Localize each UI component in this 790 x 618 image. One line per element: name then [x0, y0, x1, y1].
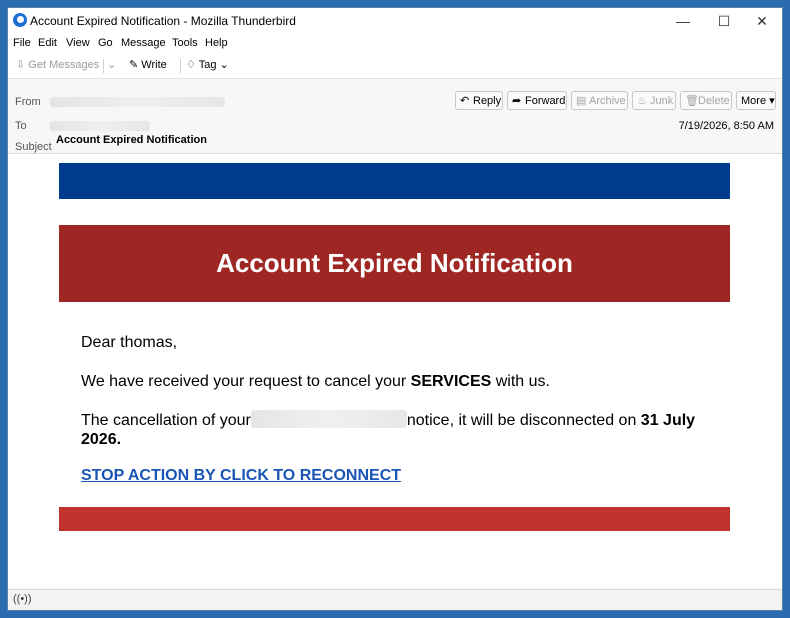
get-messages-button[interactable]: ⇩ Get Messages [16, 58, 99, 71]
status-bar: ((•)) [8, 589, 782, 610]
paragraph-disconnect: The cancellation of your notice, it will … [81, 410, 711, 449]
pencil-icon: ✎ [129, 59, 139, 71]
junk-label: Junk [650, 95, 674, 107]
line2-text: The cancellation of your [81, 412, 251, 429]
reply-label: Reply [473, 95, 502, 107]
window-title: Account Expired Notification - Mozilla T… [30, 14, 296, 28]
message-header: From To Subject Account Expired Notifica… [8, 79, 782, 154]
menu-file[interactable]: File [13, 37, 31, 49]
thunderbird-icon [13, 13, 27, 27]
forward-button[interactable]: ➦ Forward [507, 91, 567, 110]
toolbar: ⇩ Get Messages ⌄ ✎ Write ♢ Tag ⌄ [8, 54, 782, 79]
subject-label: Subject [15, 141, 52, 153]
banner-title: Account Expired Notification [216, 248, 573, 278]
greeting: Dear thomas, [81, 334, 178, 351]
menu-view[interactable]: View [66, 37, 90, 49]
subject-value: Account Expired Notification [56, 134, 207, 146]
maximize-button[interactable]: ☐ [704, 8, 744, 34]
archive-icon: ▤ [576, 95, 587, 107]
menu-message[interactable]: Message [121, 37, 166, 49]
message-body: Account Expired Notification Dear thomas… [8, 154, 782, 588]
date-value: 7/19/2026, 8:50 AM [678, 120, 774, 132]
from-label: From [15, 96, 41, 108]
write-label: Write [141, 59, 167, 71]
reply-icon: ↶ [460, 95, 470, 107]
blue-header-bar [59, 163, 730, 199]
line1-bold: SERVICES [410, 373, 492, 390]
get-messages-label: Get Messages [28, 59, 100, 71]
red-footer-bar [59, 507, 730, 531]
flame-icon: ♨ [637, 95, 647, 107]
junk-button[interactable]: ♨ Junk [632, 91, 676, 110]
chevron-down-icon[interactable]: ⌄ [107, 58, 116, 71]
download-icon: ⇩ [16, 59, 26, 71]
tag-icon: ♢ [186, 59, 196, 71]
menu-tools[interactable]: Tools [172, 37, 198, 49]
forward-label: Forward [525, 95, 566, 107]
line1-text: We have received your request to cancel … [81, 373, 411, 390]
more-button[interactable]: More ▾ [736, 91, 776, 110]
toolbar-separator [180, 59, 181, 73]
delete-button[interactable]: 🗑 Delete [680, 91, 732, 110]
paragraph-cancel-request: We have received your request to cancel … [81, 373, 550, 391]
write-button[interactable]: ✎ Write [129, 58, 167, 71]
menu-edit[interactable]: Edit [38, 37, 57, 49]
menu-go[interactable]: Go [98, 37, 113, 49]
reply-button[interactable]: ↶ Reply [455, 91, 503, 110]
title-banner: Account Expired Notification [59, 225, 730, 302]
chevron-down-icon: ⌄ [219, 59, 229, 71]
redacted-text [250, 410, 407, 428]
minimize-button[interactable]: — [663, 8, 703, 34]
to-value-redacted [50, 121, 150, 131]
delete-label: Delete [698, 95, 730, 107]
close-button[interactable]: ✕ [742, 8, 782, 34]
reconnect-link[interactable]: STOP ACTION BY CLICK TO RECONNECT [81, 467, 401, 485]
archive-label: Archive [589, 95, 626, 107]
toolbar-separator [103, 59, 104, 73]
chevron-down-icon: ▾ [766, 95, 775, 107]
archive-button[interactable]: ▤ Archive [571, 91, 628, 110]
connection-icon[interactable]: ((•)) [13, 593, 32, 605]
trash-icon: 🗑 [685, 95, 699, 107]
menu-help[interactable]: Help [205, 37, 228, 49]
line1-suffix: with us. [491, 373, 550, 390]
from-value-redacted [50, 97, 225, 107]
menu-bar: File Edit View Go Message Tools Help [8, 34, 782, 54]
title-bar: Account Expired Notification - Mozilla T… [8, 8, 782, 34]
tag-label: Tag [198, 59, 217, 71]
thunderbird-window: Account Expired Notification - Mozilla T… [8, 8, 782, 610]
tag-button[interactable]: ♢ Tag ⌄ [186, 58, 229, 71]
forward-icon: ➦ [512, 95, 522, 107]
more-label: More [741, 95, 767, 107]
line2-middle: notice, it will be disconnected on [406, 412, 641, 429]
to-label: To [15, 120, 27, 132]
